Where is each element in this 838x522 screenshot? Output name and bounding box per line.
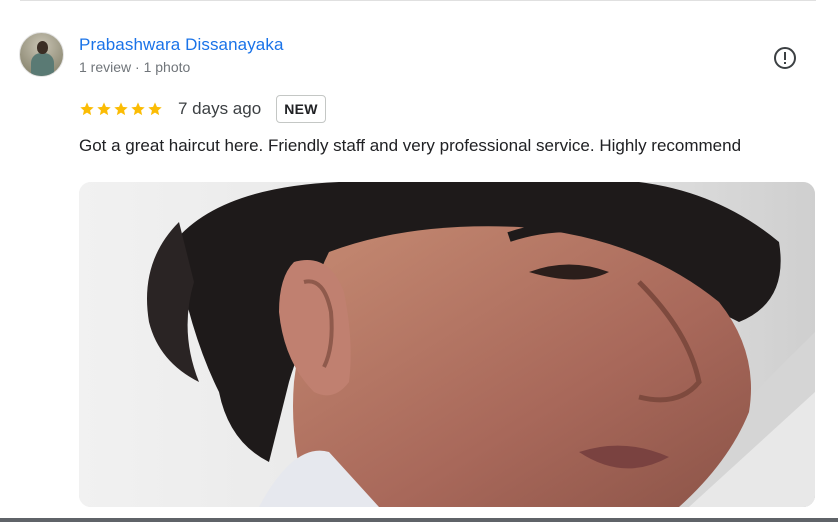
report-review-button[interactable]: [771, 44, 799, 72]
reviewer-avatar[interactable]: [19, 32, 64, 77]
review-date: 7 days ago: [178, 99, 262, 118]
star-icon: [97, 102, 111, 116]
reviewer-name-link[interactable]: Prabashwara Dissanayaka: [79, 35, 284, 55]
star-icon: [80, 102, 94, 116]
reviewer-meta: 1 review · 1 photo: [79, 59, 191, 75]
review-text: Got a great haircut here. Friendly staff…: [79, 136, 742, 155]
review-card: Prabashwara Dissanayaka 1 review · 1 pho…: [0, 0, 838, 522]
review-photo-image: [79, 182, 815, 507]
avatar-body-shape: [31, 53, 54, 76]
star-icon: [131, 102, 145, 116]
star-icon: [114, 102, 128, 116]
review-photo[interactable]: [79, 182, 815, 507]
star-icon: [148, 102, 162, 116]
report-icon: [774, 47, 796, 69]
rating-row: 7 days ago NEW: [79, 94, 326, 124]
star-rating: [79, 101, 163, 117]
bottom-scroll-edge: [0, 518, 838, 522]
avatar-head-shape: [37, 41, 48, 54]
new-badge[interactable]: NEW: [276, 95, 326, 123]
